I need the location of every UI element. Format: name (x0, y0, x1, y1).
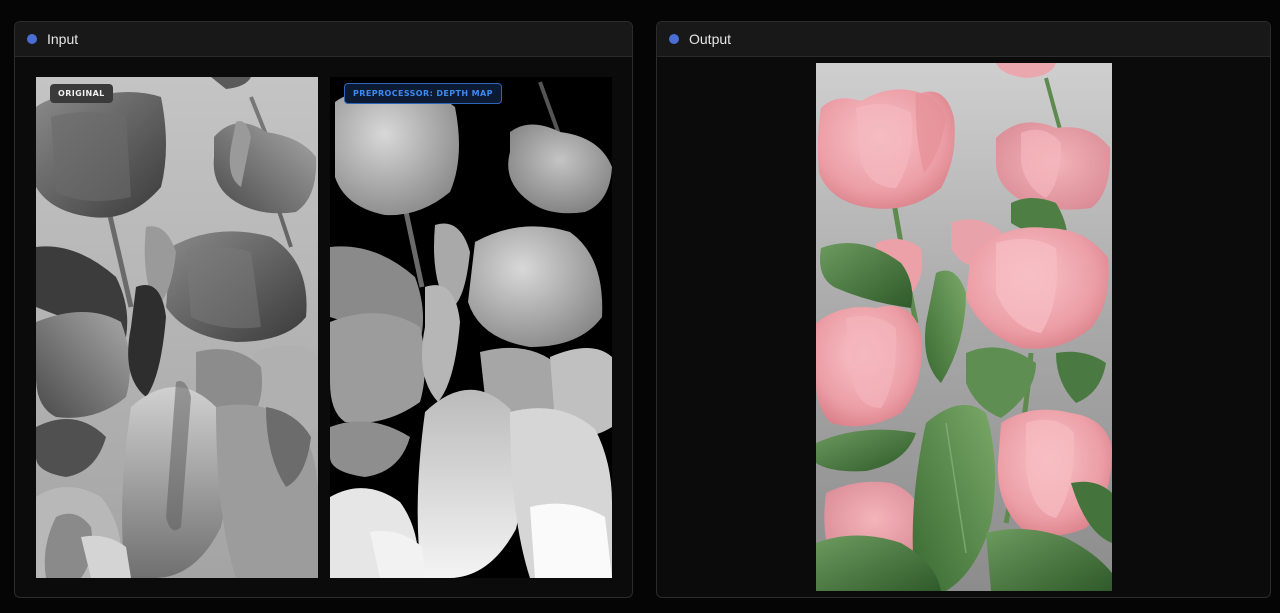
status-dot-icon (669, 34, 679, 44)
status-dot-icon (27, 34, 37, 44)
original-badge: ORIGINAL (50, 84, 113, 103)
output-panel-header: Output (657, 22, 1270, 57)
output-panel-title: Output (689, 31, 732, 47)
output-image[interactable] (816, 63, 1112, 591)
output-image-graphic (816, 63, 1112, 591)
output-panel: Output (656, 21, 1271, 598)
depth-map-graphic (330, 77, 612, 578)
original-image-graphic (36, 77, 318, 578)
depth-map-image[interactable]: PREPROCESSOR: DEPTH MAP (330, 77, 612, 578)
input-panel-header: Input (15, 22, 632, 57)
input-panel-title: Input (47, 31, 79, 47)
original-image[interactable]: ORIGINAL (36, 77, 318, 578)
input-panel: Input ORIGINAL PREPROCESSOR: DEPTH MAP (14, 21, 633, 598)
depth-map-badge: PREPROCESSOR: DEPTH MAP (344, 83, 502, 104)
